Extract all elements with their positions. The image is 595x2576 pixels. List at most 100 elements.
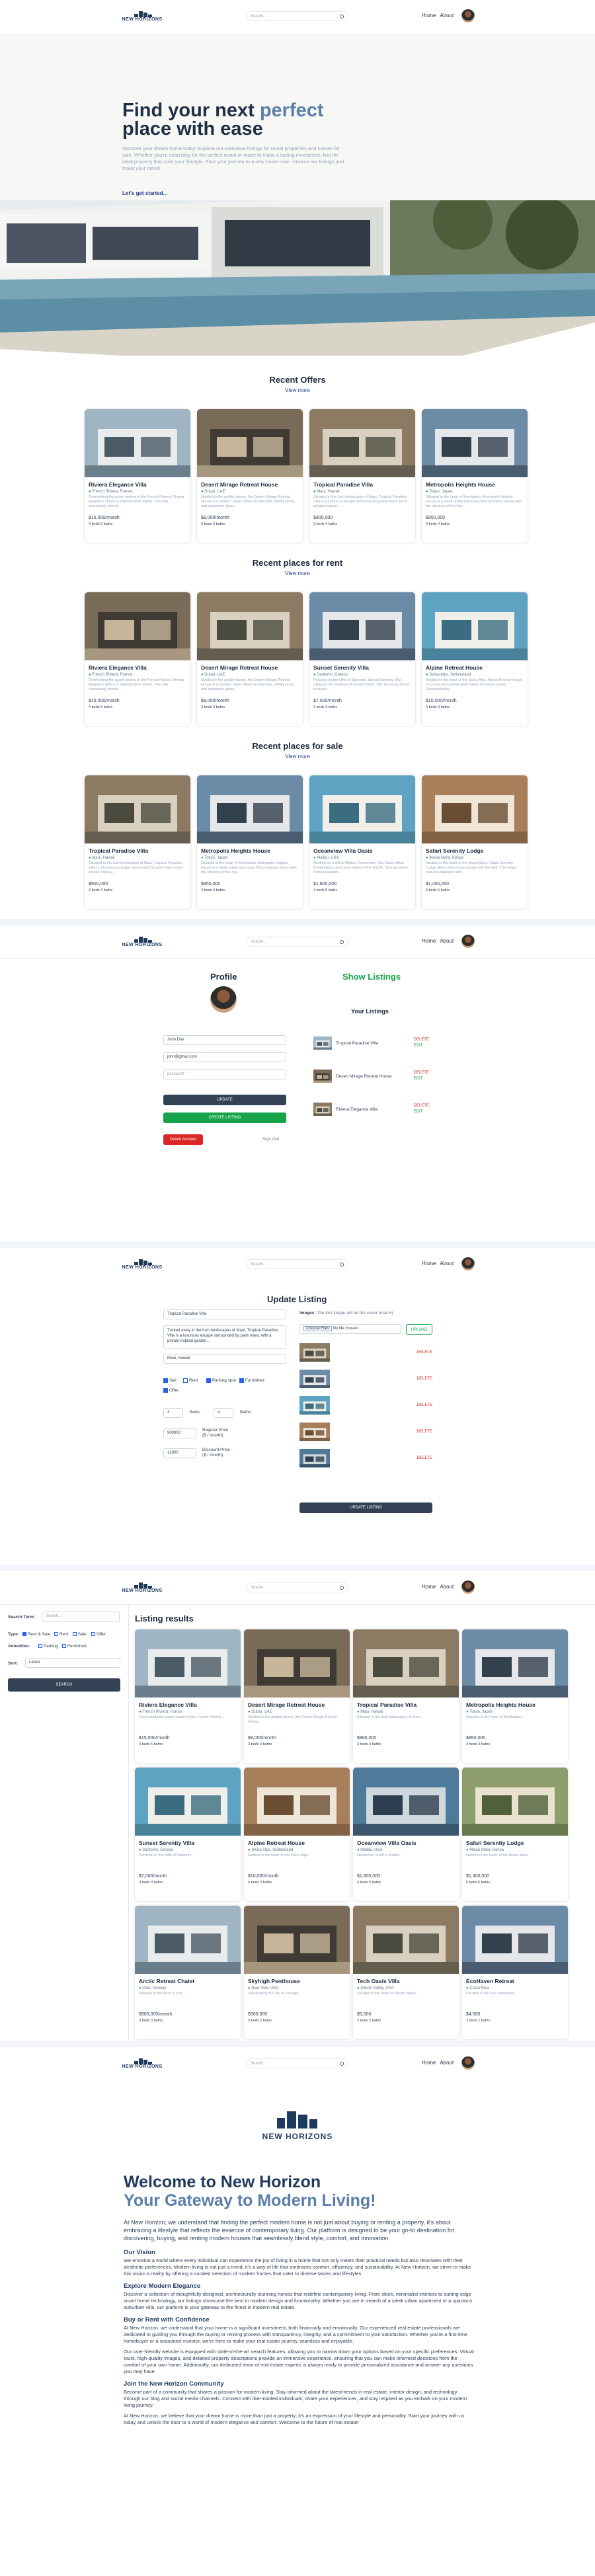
listing-image[interactable] — [244, 1906, 350, 1974]
listing-image[interactable] — [309, 409, 415, 477]
listing-card[interactable]: Riviera Elegance Villa ● French Riviera,… — [85, 592, 190, 726]
listing-image[interactable] — [197, 775, 303, 843]
search-input[interactable]: Search... — [246, 11, 348, 21]
checkbox-box-icon[interactable] — [73, 1632, 77, 1637]
sign-out-link[interactable]: Sign Out — [262, 1137, 279, 1142]
listing-image[interactable] — [309, 775, 415, 843]
nav-about-link[interactable]: About — [440, 13, 454, 19]
listing-card[interactable]: Tropical Paradise Villa ● Maui, Hawaii S… — [309, 409, 415, 543]
nav-home-link[interactable]: Home — [422, 13, 436, 19]
nav-about-link[interactable]: About — [440, 1584, 454, 1590]
listing-card[interactable]: Tropical Paradise Villa ● Maui, Hawaii S… — [353, 1629, 459, 1763]
site-logo[interactable]: NEW HORIZONS — [122, 2058, 162, 2069]
offers-view-more[interactable]: View more — [0, 387, 595, 393]
checkbox-rent[interactable]: Rent — [183, 1378, 198, 1383]
listing-image[interactable] — [353, 1906, 459, 1974]
avatar[interactable] — [461, 1581, 475, 1594]
filter-rent[interactable]: Rent — [54, 1632, 69, 1637]
listing-image[interactable] — [135, 1768, 241, 1836]
filter-rent_sale[interactable]: Rent & Sale — [22, 1632, 51, 1637]
listing-thumbnail[interactable] — [313, 1103, 332, 1116]
checkbox-furnished[interactable]: Furnished — [239, 1378, 264, 1383]
checkbox-box-icon[interactable] — [62, 1644, 66, 1649]
nav-about-link[interactable]: About — [440, 1261, 454, 1267]
nav-about-link[interactable]: About — [440, 2060, 454, 2066]
checkbox-box-icon[interactable] — [163, 1388, 168, 1393]
get-started-link[interactable]: Let's get started... — [122, 190, 167, 196]
search-icon[interactable] — [340, 1262, 344, 1267]
avatar[interactable] — [461, 2056, 475, 2070]
listing-card[interactable]: Oceanview Villa Oasis ● Malibu, USA Nest… — [353, 1768, 459, 1901]
delete-image-button[interactable]: DELETE — [417, 1430, 432, 1434]
search-term-input[interactable]: Search... — [42, 1612, 120, 1621]
checkbox-box-icon[interactable] — [91, 1632, 95, 1637]
filter-parking[interactable]: Parking — [38, 1644, 58, 1649]
nav-home-link[interactable]: Home — [422, 1261, 436, 1267]
listing-card[interactable]: Desert Mirage Retreat House ● Dubai, UAE… — [197, 592, 303, 726]
discount-price-input[interactable]: 12000 — [163, 1448, 196, 1458]
checkbox-box-icon[interactable] — [239, 1378, 244, 1383]
listing-image[interactable] — [197, 592, 303, 660]
listing-thumbnail[interactable] — [313, 1070, 332, 1083]
checkbox-box-icon[interactable] — [22, 1632, 26, 1637]
edit-listing-button[interactable]: EDIT — [414, 1109, 429, 1115]
search-input[interactable]: Search... — [246, 937, 348, 947]
listing-name[interactable]: Riviera Elegance Villa — [336, 1107, 377, 1112]
avatar[interactable] — [461, 1257, 475, 1270]
profile-avatar[interactable] — [210, 986, 237, 1013]
listing-card[interactable]: Metropolis Heights House ● Tokyo, Japan … — [422, 409, 528, 543]
nav-about-link[interactable]: About — [440, 938, 454, 944]
sale-view-more[interactable]: View more — [0, 754, 595, 760]
listing-image[interactable] — [85, 409, 190, 477]
listing-card[interactable]: Arctic Retreat Chalet ● Oslo, Norway Sit… — [135, 1906, 241, 2039]
upload-button[interactable]: UPLOAD — [406, 1324, 432, 1335]
listing-card[interactable]: EcoHaven Retreat ● Costa Rica Located in… — [462, 1906, 568, 2039]
show-listings-link[interactable]: Show Listings — [342, 972, 401, 982]
listing-card[interactable]: Sunset Serenity Villa ● Santorini, Greec… — [309, 592, 415, 726]
listing-image[interactable] — [422, 775, 528, 843]
filter-furnished[interactable]: Furnished — [62, 1644, 87, 1649]
listing-image[interactable] — [85, 775, 190, 843]
listing-image[interactable] — [353, 1768, 459, 1836]
email-field[interactable]: john@gmail.com — [163, 1052, 286, 1062]
listing-card[interactable]: Safari Serenity Lodge ● Masai Mara, Keny… — [422, 775, 528, 909]
listing-image[interactable] — [309, 592, 415, 660]
nav-home-link[interactable]: Home — [422, 1584, 436, 1590]
checkbox-sell[interactable]: Sell — [163, 1378, 177, 1383]
listing-image[interactable] — [244, 1629, 350, 1698]
listing-image[interactable] — [85, 592, 190, 660]
rent-view-more[interactable]: View more — [0, 570, 595, 576]
search-icon[interactable] — [340, 14, 344, 19]
listing-image[interactable] — [135, 1906, 241, 1974]
listing-image[interactable] — [422, 592, 528, 660]
create-listing-button[interactable]: CREATE LISTING — [163, 1112, 286, 1123]
listing-name[interactable]: Tropical Paradise Villa — [336, 1041, 378, 1046]
delete-image-button[interactable]: DELETE — [417, 1403, 432, 1407]
listing-image[interactable] — [422, 409, 528, 477]
avatar[interactable] — [461, 9, 475, 22]
listing-card[interactable]: Desert Mirage Retreat House ● Dubai, UAE… — [244, 1629, 350, 1763]
listing-image[interactable] — [462, 1768, 568, 1836]
file-chooser[interactable]: Choose Files No file chosen — [299, 1324, 401, 1334]
delete-listing-button[interactable]: DELETE — [414, 1103, 429, 1109]
listing-card[interactable]: Riviera Elegance Villa ● French Riviera,… — [85, 409, 190, 543]
search-input[interactable]: Search... — [246, 1259, 348, 1269]
search-icon[interactable] — [340, 939, 344, 944]
checkbox-box-icon[interactable] — [38, 1644, 42, 1649]
delete-image-button[interactable]: DELETE — [417, 1377, 432, 1381]
search-icon[interactable] — [340, 2061, 344, 2066]
search-input[interactable]: Search... — [246, 2058, 348, 2068]
listing-thumbnail[interactable] — [313, 1036, 332, 1050]
listing-card[interactable]: Metropolis Heights House ● Tokyo, Japan … — [462, 1629, 568, 1763]
listing-image[interactable] — [462, 1906, 568, 1974]
regular-price-input[interactable]: 900000 — [163, 1428, 196, 1438]
nav-home-link[interactable]: Home — [422, 2060, 436, 2066]
name-field[interactable]: John Doe — [163, 1035, 286, 1045]
listing-card[interactable]: Desert Mirage Retreat House ● Dubai, UAE… — [197, 409, 303, 543]
listing-card[interactable]: Alpine Retreat House ● Swiss Alps, Switz… — [422, 592, 528, 726]
baths-input[interactable]: 4 — [214, 1408, 233, 1418]
listing-image[interactable] — [197, 409, 303, 477]
search-icon[interactable] — [340, 1585, 344, 1590]
site-logo[interactable]: NEW HORIZONS — [122, 1582, 162, 1593]
listing-image[interactable] — [135, 1629, 241, 1698]
